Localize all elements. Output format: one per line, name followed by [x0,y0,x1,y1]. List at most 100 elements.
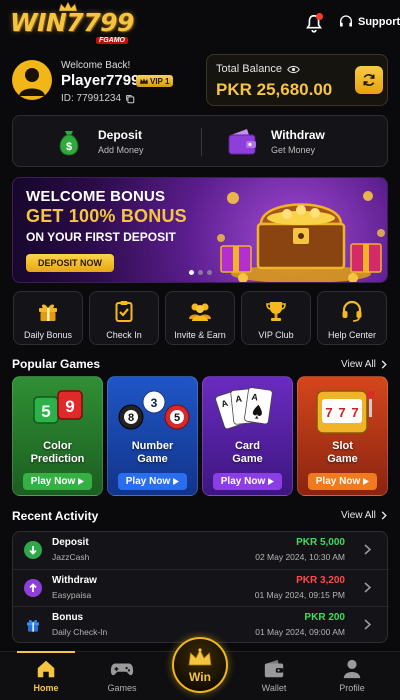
play-now-button[interactable]: Play Now [23,473,92,490]
refresh-balance-button[interactable] [355,66,383,94]
svg-text:7: 7 [351,405,358,420]
nav-profile[interactable]: Profile [317,652,387,700]
player-name: Player7799 [61,72,140,89]
play-icon [363,478,370,485]
play-now-button[interactable]: Play Now [308,473,377,490]
win-button[interactable]: Win [172,637,228,693]
play-now-button[interactable]: Play Now [118,473,187,490]
support-label: Support [358,16,400,28]
game-name: Card Game [203,440,292,466]
chevron-right-icon [381,360,387,369]
banner-line-1: WELCOME BONUS [26,188,166,205]
chevron-right-icon [364,582,371,593]
balance-label-row: Total Balance [216,63,300,75]
user-icon [343,659,361,679]
game-card-number-game[interactable]: 3 8 5 Number Game Play Now [107,376,198,496]
play-now-button[interactable]: Play Now [213,473,282,490]
activity-date: 02 May 2024, 10:30 AM [255,552,345,562]
vip-badge: VIP 1 [136,75,174,87]
carousel-dot[interactable] [207,270,212,275]
play-icon [78,478,85,485]
withdraw-subtitle: Get Money [271,145,316,155]
activity-type: Withdraw [52,575,97,586]
nav-label: Games [107,683,137,693]
logo-text: WIN7799 [10,8,134,37]
popular-games-title: Popular Games [12,357,101,371]
game-name-line2: Game [137,453,168,465]
banner-line-2: GET 100% BONUS [26,206,187,226]
quick-action-invite-earn[interactable]: Invite & Earn [165,291,235,345]
slot-machine-icon: 7 7 7 [316,390,375,434]
copy-icon[interactable] [125,94,135,104]
gamepad-icon [110,663,134,676]
support-link[interactable]: Support [338,14,400,30]
view-all-label: View All [341,510,376,521]
nav-label: Home [33,683,59,693]
activity-method: JazzCash [52,552,90,562]
quick-action-vip-club[interactable]: VIP Club [241,291,311,345]
welcome-bonus-banner[interactable]: WELCOME BONUS GET 100% BONUS ON YOUR FIR… [12,177,388,283]
game-card-slot-game[interactable]: 7 7 7 Slot Game Play Now [297,376,388,496]
chevron-right-icon [364,619,371,630]
svg-text:7: 7 [325,405,332,420]
nav-label: Wallet [261,683,287,693]
quick-action-label: Help Center [327,330,377,340]
win-label: Win [189,670,211,684]
wallet-icon [228,129,256,155]
carousel-dots[interactable] [189,270,212,275]
quick-action-label: Daily Bonus [23,330,73,340]
game-card-color-prediction[interactable]: 5 9 Color Prediction Play Now [12,376,103,496]
carousel-dot[interactable] [189,270,194,275]
withdraw-title: Withdraw [271,128,325,142]
game-name-line2: Game [232,453,263,465]
gift-icon [24,616,42,634]
crown-icon [188,648,212,666]
deposit-now-button[interactable]: DEPOSIT NOW [26,254,114,272]
quick-action-check-in[interactable]: Check In [89,291,159,345]
activity-amount: PKR 5,000 [296,537,345,548]
activity-amount: PKR 3,200 [296,575,345,586]
arrow-up-icon [24,579,42,597]
game-name-line2: Game [327,453,358,465]
game-name: Slot Game [298,440,387,466]
game-card-card-game[interactable]: A A A Card Game Play Now [202,376,293,496]
avatar[interactable] [12,60,52,100]
carousel-dot[interactable] [198,270,203,275]
popular-games-view-all[interactable]: View All [341,359,387,370]
recent-activity-title: Recent Activity [12,509,99,523]
app-logo: WIN7799 FGAMO [10,2,134,46]
game-name: Color Prediction [13,440,102,466]
headset-icon [342,300,362,322]
playing-cards-icon: A A A [215,387,273,430]
clipboard-check-icon [115,301,133,322]
eye-icon[interactable] [287,65,300,74]
play-now-label: Play Now [30,476,76,487]
play-now-label: Play Now [220,476,266,487]
activity-row-withdraw[interactable]: Withdraw Easypaisa PKR 3,200 01 May 2024… [13,569,389,606]
svg-text:5: 5 [41,402,50,421]
activity-row-deposit[interactable]: Deposit JazzCash PKR 5,000 02 May 2024, … [13,532,389,569]
game-name-line1: Color [43,440,72,452]
nav-wallet[interactable]: Wallet [239,652,309,700]
wallet-icon [264,659,284,678]
logo-crown-icon [58,2,78,12]
nav-home[interactable]: Home [11,651,81,700]
users-icon [189,303,211,321]
chevron-right-icon [364,544,371,555]
quick-action-daily-bonus[interactable]: Daily Bonus [13,291,83,345]
banner-line-3: ON YOUR FIRST DEPOSIT [26,230,176,244]
crown-icon [140,78,148,84]
recent-activity-list: Deposit JazzCash PKR 5,000 02 May 2024, … [12,531,389,643]
game-name-line2: Prediction [30,453,85,465]
recent-activity-view-all[interactable]: View All [341,510,387,521]
welcome-text: Welcome Back! [61,60,131,71]
play-now-label: Play Now [125,476,171,487]
nav-games[interactable]: Games [87,652,157,700]
quick-action-label: VIP Club [258,330,294,340]
quick-action-help-center[interactable]: Help Center [317,291,387,345]
notification-dot [316,13,323,20]
notification-bell-icon[interactable] [303,13,325,35]
refresh-icon [363,74,375,86]
activity-amount: PKR 200 [304,612,345,623]
arrow-down-icon [24,541,42,559]
